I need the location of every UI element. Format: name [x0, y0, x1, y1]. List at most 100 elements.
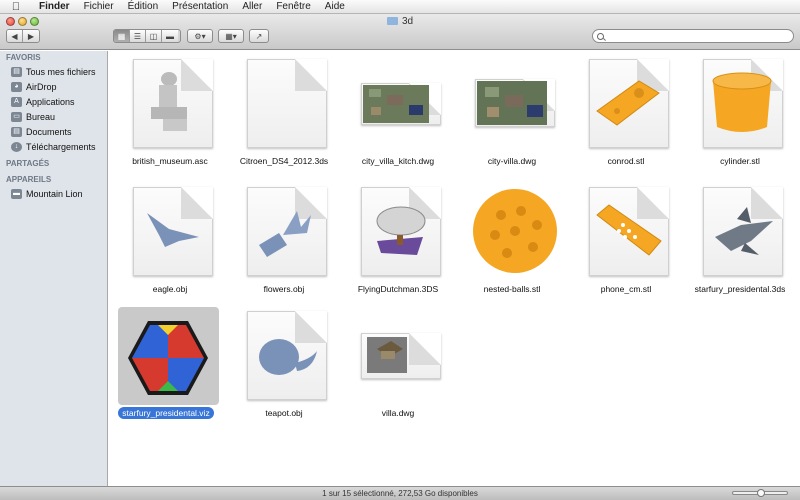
file-item[interactable]: starfury_presidental.3ds [684, 183, 796, 305]
sidebar-item-label: AirDrop [26, 81, 57, 92]
file-name: eagle.obj [152, 284, 188, 294]
file-item[interactable]: eagle.obj [114, 183, 226, 305]
sidebar-section-appareils: APPAREILS [6, 175, 52, 184]
all-files-icon: ▤ [11, 66, 22, 77]
file-thumbnail [701, 187, 783, 276]
apple-menu-icon[interactable]:  [0, 0, 32, 14]
column-view-button[interactable]: ◫ [146, 30, 162, 42]
documents-icon: ▤ [11, 126, 22, 137]
sidebar-item-label: Tous mes fichiers [26, 66, 96, 77]
file-name: conrod.stl [607, 156, 645, 166]
file-item[interactable]: Citroen_DS4_2012.3ds [228, 55, 340, 177]
sidebar-item-label: Mountain Lion [26, 188, 83, 199]
icon-view-button[interactable]: ▦ [114, 30, 130, 42]
menu-aide[interactable]: Aide [318, 0, 352, 14]
icon-size-slider[interactable] [732, 489, 788, 497]
file-name: city_villa_kitch.dwg [361, 156, 435, 166]
menu-finder[interactable]: Finder [32, 0, 77, 14]
list-view-button[interactable]: ☰ [130, 30, 146, 42]
menu-fichier[interactable]: Fichier [77, 0, 121, 14]
villa-preview-icon [367, 337, 407, 373]
back-forward-control: ◀ ▶ [6, 29, 40, 43]
file-name: british_museum.asc [132, 156, 208, 166]
file-name: teapot.obj [265, 408, 303, 418]
file-thumbnail [359, 311, 441, 400]
sidebar-section-partages: PARTAGÉS [6, 159, 50, 168]
window-title: 3d [0, 16, 800, 27]
sidebar-item-all-files[interactable]: ▤ Tous mes fichiers [0, 64, 107, 79]
share-button[interactable]: ↗ [249, 29, 269, 43]
folder-icon [386, 17, 398, 25]
sidebar-item-airdrop[interactable]: ◕ AirDrop [0, 79, 107, 94]
file-name: cylinder.stl [720, 156, 760, 166]
arrange-menu-button[interactable]: ▦▾ [218, 29, 244, 43]
sidebar-item-applications[interactable]: A Applications [0, 94, 107, 109]
file-name: flowers.obj [263, 284, 305, 294]
file-thumbnail [473, 59, 555, 148]
eagle-preview-icon [147, 213, 199, 247]
coverflow-view-button[interactable]: ▬ [162, 30, 178, 42]
sidebar-item-label: Téléchargements [26, 141, 96, 152]
forward-button[interactable]: ▶ [23, 30, 39, 42]
file-item[interactable]: phone_cm.stl [570, 183, 682, 305]
search-icon [597, 32, 604, 40]
file-item[interactable]: villa.dwg [342, 307, 454, 429]
ship-preview-icon [376, 206, 426, 255]
sidebar-item-mountain-lion[interactable]: ▬ Mountain Lion [0, 186, 107, 201]
file-thumbnail [131, 59, 213, 148]
sidebar-item-downloads[interactable]: ↓ Téléchargements [0, 139, 107, 154]
share-icon: ↗ [255, 31, 263, 41]
slider-knob[interactable] [757, 489, 765, 497]
file-name: starfury_presidental.3ds [694, 284, 786, 294]
city-preview-icon [363, 85, 429, 123]
phone-preview-icon [596, 204, 662, 256]
file-thumbnail [701, 59, 783, 148]
viz-app-icon [128, 321, 208, 395]
file-grid: british_museum.asc Citroen_DS4_2012.3ds … [109, 51, 800, 486]
sidebar: FAVORIS ▤ Tous mes fichiers ◕ AirDrop A … [0, 51, 108, 486]
window-title-text: 3d [401, 16, 414, 27]
menu-presentation[interactable]: Présentation [165, 0, 235, 14]
file-name: phone_cm.stl [600, 284, 652, 294]
menu-fenetre[interactable]: Fenêtre [269, 0, 317, 14]
back-button[interactable]: ◀ [7, 30, 23, 42]
sidebar-item-bureau[interactable]: ▭ Bureau [0, 109, 107, 124]
airdrop-icon: ◕ [11, 81, 22, 92]
downloads-icon: ↓ [11, 141, 22, 152]
status-text: 1 sur 15 sélectionné, 272,53 Go disponib… [322, 489, 478, 498]
file-item[interactable]: city-villa.dwg [456, 55, 568, 177]
file-item[interactable]: conrod.stl [570, 55, 682, 177]
file-thumbnail [473, 187, 557, 276]
sidebar-item-label: Documents [26, 126, 72, 137]
file-item[interactable]: FlyingDutchman.3DS [342, 183, 454, 305]
file-item[interactable]: city_villa_kitch.dwg [342, 55, 454, 177]
file-name: FlyingDutchman.3DS [357, 284, 439, 294]
file-item[interactable]: british_museum.asc [114, 55, 226, 177]
file-thumbnail [359, 187, 441, 276]
cylinder-preview-icon [712, 72, 772, 132]
menu-edition[interactable]: Édition [121, 0, 166, 14]
status-bar: 1 sur 15 sélectionné, 272,53 Go disponib… [0, 486, 800, 500]
file-thumbnail [245, 311, 327, 400]
file-thumbnail [131, 187, 213, 276]
search-field[interactable] [592, 29, 794, 43]
spaceship-preview-icon [715, 207, 773, 255]
conrod-preview-icon [596, 80, 660, 126]
menu-bar:  Finder Fichier Édition Présentation Al… [0, 0, 800, 14]
menu-aller[interactable]: Aller [235, 0, 269, 14]
action-menu-button[interactable]: ⚙▾ [187, 29, 213, 43]
search-input[interactable] [610, 31, 790, 41]
file-name: nested-balls.stl [483, 284, 541, 294]
file-item[interactable]: nested-balls.stl [456, 183, 568, 305]
sidebar-item-label: Applications [26, 96, 75, 107]
gear-icon: ⚙▾ [194, 31, 206, 41]
file-item[interactable]: flowers.obj [228, 183, 340, 305]
sidebar-section-favoris: FAVORIS [6, 53, 41, 62]
view-mode-control: ▦ ☰ ◫ ▬ [113, 29, 181, 43]
file-item-selected[interactable]: starfury_presidental.viz [110, 307, 222, 429]
file-item[interactable]: cylinder.stl [684, 55, 796, 177]
window-toolbar: 3d ◀ ▶ ▦ ☰ ◫ ▬ ⚙▾ ▦▾ ↗ [0, 14, 800, 50]
sidebar-item-documents[interactable]: ▤ Documents [0, 124, 107, 139]
hard-disk-icon: ▬ [11, 188, 22, 199]
file-item[interactable]: teapot.obj [228, 307, 340, 429]
